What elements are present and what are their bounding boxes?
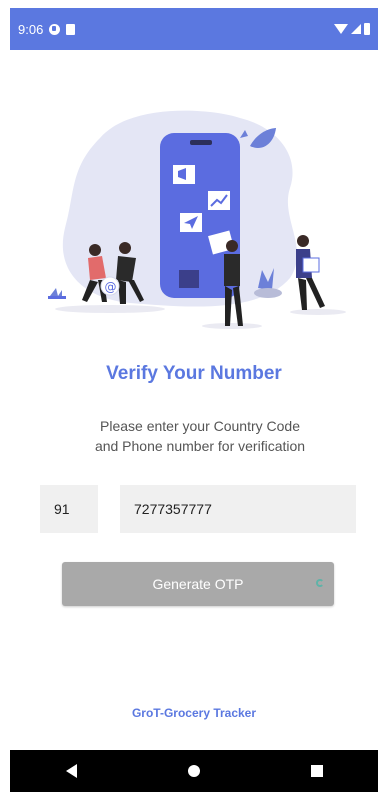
- sd-card-icon: [66, 23, 76, 35]
- data-saver-icon: [49, 23, 61, 35]
- app-screen: 9:06 @ Verify Your Number Please enter y…: [0, 0, 378, 792]
- app-name-footer: GroT-Grocery Tracker: [131, 706, 257, 720]
- phone-verification-illustration: @: [48, 110, 346, 329]
- phone-number-field[interactable]: 7277357777: [120, 485, 356, 533]
- status-right: [334, 23, 370, 35]
- country-code-value: 91: [54, 501, 70, 517]
- at-symbol: @: [105, 280, 117, 294]
- page-title: Verify Your Number: [106, 363, 282, 384]
- signal-icon: [351, 24, 361, 34]
- instructions-line-1: Please enter your Country Code: [100, 418, 300, 434]
- battery-icon: [364, 23, 370, 35]
- person-figure-2: [119, 242, 131, 254]
- person-figure-3: [226, 240, 238, 252]
- instructions-line-2: and Phone number for verification: [94, 438, 306, 454]
- generate-otp-button[interactable]: Generate OTP: [62, 562, 334, 606]
- status-left: 9:06: [18, 21, 76, 37]
- phone-number-value: 7277357777: [134, 501, 212, 517]
- back-icon[interactable]: [65, 764, 77, 778]
- generate-otp-label: Generate OTP: [152, 576, 244, 592]
- status-bar: 9:06: [10, 8, 378, 50]
- country-code-field[interactable]: 91: [40, 485, 98, 533]
- loading-spinner-icon: [316, 579, 324, 587]
- navigation-bar: [10, 750, 378, 792]
- instructions-text: Please enter your Country Code and Phone…: [30, 416, 370, 456]
- person-figure-1: [89, 244, 101, 256]
- home-icon[interactable]: [187, 765, 200, 777]
- person-figure-4: [297, 235, 309, 247]
- recents-icon[interactable]: [310, 765, 323, 777]
- wifi-icon: [334, 24, 348, 34]
- status-time: 9:06: [18, 21, 44, 37]
